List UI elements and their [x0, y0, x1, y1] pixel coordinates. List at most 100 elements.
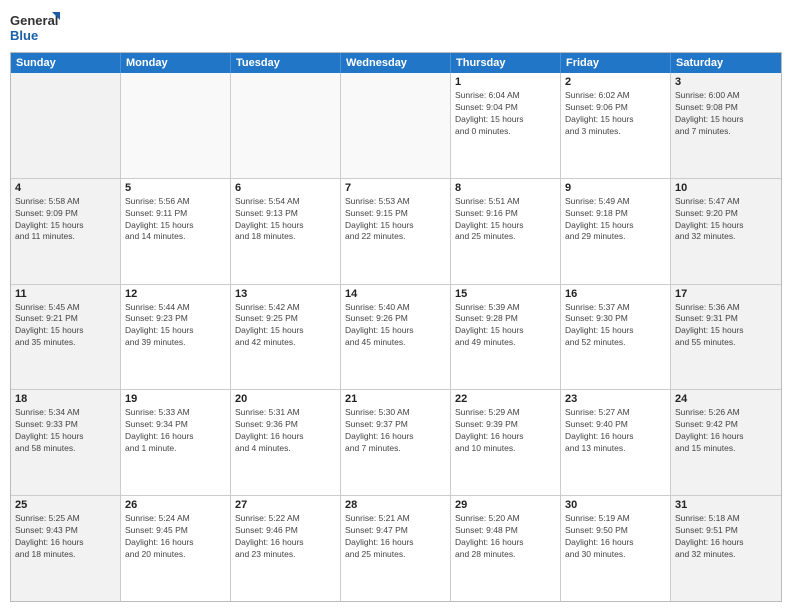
- day-info: Sunrise: 6:04 AMSunset: 9:04 PMDaylight:…: [455, 90, 556, 138]
- day-info: Sunrise: 5:34 AMSunset: 9:33 PMDaylight:…: [15, 407, 116, 455]
- cal-cell-22: 22 Sunrise: 5:29 AMSunset: 9:39 PMDayligh…: [451, 390, 561, 495]
- day-number: 19: [125, 393, 226, 405]
- cal-week-4: 18Sunrise: 5:34 AMSunset: 9:33 PMDayligh…: [11, 390, 781, 496]
- cal-cell-empty-0-3: [341, 73, 451, 178]
- day-info: Sunrise: 6:00 AMSunset: 9:08 PMDaylight:…: [675, 90, 777, 138]
- day-number: 6: [235, 182, 336, 194]
- cal-cell-4: 4 Sunrise: 5:58 AMSunset: 9:09 PMDaylight…: [11, 179, 121, 284]
- cal-cell-20: 20 Sunrise: 5:31 AMSunset: 9:36 PMDayligh…: [231, 390, 341, 495]
- day-number: 29: [455, 499, 556, 511]
- cal-cell-19: 19 Sunrise: 5:33 AMSunset: 9:34 PMDayligh…: [121, 390, 231, 495]
- day-number: 30: [565, 499, 666, 511]
- day-info: Sunrise: 5:30 AMSunset: 9:37 PMDaylight:…: [345, 407, 446, 455]
- day-number: 21: [345, 393, 446, 405]
- day-info: Sunrise: 5:58 AMSunset: 9:09 PMDaylight:…: [15, 196, 116, 244]
- cal-cell-11: 11Sunrise: 5:45 AMSunset: 9:21 PMDayligh…: [11, 285, 121, 390]
- cal-week-1: 1 Sunrise: 6:04 AMSunset: 9:04 PMDaylight…: [11, 73, 781, 179]
- day-number: 16: [565, 288, 666, 300]
- cal-cell-14: 14 Sunrise: 5:40 AMSunset: 9:26 PMDayligh…: [341, 285, 451, 390]
- cal-cell-3: 3 Sunrise: 6:00 AMSunset: 9:08 PMDaylight…: [671, 73, 781, 178]
- day-number: 22: [455, 393, 556, 405]
- day-number: 26: [125, 499, 226, 511]
- cal-cell-17: 17Sunrise: 5:36 AMSunset: 9:31 PMDayligh…: [671, 285, 781, 390]
- header: General Blue: [10, 10, 782, 46]
- day-info: Sunrise: 5:53 AMSunset: 9:15 PMDaylight:…: [345, 196, 446, 244]
- cal-cell-6: 6 Sunrise: 5:54 AMSunset: 9:13 PMDaylight…: [231, 179, 341, 284]
- cal-header-wednesday: Wednesday: [341, 53, 451, 73]
- day-number: 15: [455, 288, 556, 300]
- day-info: Sunrise: 5:44 AMSunset: 9:23 PMDaylight:…: [125, 302, 226, 350]
- cal-cell-31: 31Sunrise: 5:18 AMSunset: 9:51 PMDayligh…: [671, 496, 781, 601]
- cal-cell-12: 12 Sunrise: 5:44 AMSunset: 9:23 PMDayligh…: [121, 285, 231, 390]
- day-info: Sunrise: 5:45 AMSunset: 9:21 PMDaylight:…: [15, 302, 116, 350]
- cal-cell-15: 15 Sunrise: 5:39 AMSunset: 9:28 PMDayligh…: [451, 285, 561, 390]
- day-info: Sunrise: 5:37 AMSunset: 9:30 PMDaylight:…: [565, 302, 666, 350]
- calendar-header: SundayMondayTuesdayWednesdayThursdayFrid…: [11, 53, 781, 73]
- day-info: Sunrise: 5:19 AMSunset: 9:50 PMDaylight:…: [565, 513, 666, 561]
- cal-cell-28: 28 Sunrise: 5:21 AMSunset: 9:47 PMDayligh…: [341, 496, 451, 601]
- logo-svg: General Blue: [10, 10, 60, 46]
- day-info: Sunrise: 5:33 AMSunset: 9:34 PMDaylight:…: [125, 407, 226, 455]
- day-info: Sunrise: 5:20 AMSunset: 9:48 PMDaylight:…: [455, 513, 556, 561]
- cal-week-5: 25 Sunrise: 5:25 AMSunset: 9:43 PMDayligh…: [11, 496, 781, 601]
- day-info: Sunrise: 5:39 AMSunset: 9:28 PMDaylight:…: [455, 302, 556, 350]
- day-info: Sunrise: 5:21 AMSunset: 9:47 PMDaylight:…: [345, 513, 446, 561]
- day-number: 3: [675, 76, 777, 88]
- day-info: Sunrise: 5:26 AMSunset: 9:42 PMDaylight:…: [675, 407, 777, 455]
- cal-cell-1: 1 Sunrise: 6:04 AMSunset: 9:04 PMDaylight…: [451, 73, 561, 178]
- day-info: Sunrise: 5:31 AMSunset: 9:36 PMDaylight:…: [235, 407, 336, 455]
- day-number: 9: [565, 182, 666, 194]
- day-number: 10: [675, 182, 777, 194]
- day-info: Sunrise: 5:25 AMSunset: 9:43 PMDaylight:…: [15, 513, 116, 561]
- day-info: Sunrise: 5:22 AMSunset: 9:46 PMDaylight:…: [235, 513, 336, 561]
- day-number: 28: [345, 499, 446, 511]
- cal-cell-2: 2 Sunrise: 6:02 AMSunset: 9:06 PMDaylight…: [561, 73, 671, 178]
- cal-week-2: 4 Sunrise: 5:58 AMSunset: 9:09 PMDaylight…: [11, 179, 781, 285]
- day-number: 12: [125, 288, 226, 300]
- cal-cell-24: 24 Sunrise: 5:26 AMSunset: 9:42 PMDayligh…: [671, 390, 781, 495]
- calendar-body: 1 Sunrise: 6:04 AMSunset: 9:04 PMDaylight…: [11, 73, 781, 601]
- day-info: Sunrise: 5:47 AMSunset: 9:20 PMDaylight:…: [675, 196, 777, 244]
- cal-header-friday: Friday: [561, 53, 671, 73]
- cal-cell-empty-0-2: [231, 73, 341, 178]
- svg-text:General: General: [10, 13, 58, 28]
- day-info: Sunrise: 5:49 AMSunset: 9:18 PMDaylight:…: [565, 196, 666, 244]
- day-number: 24: [675, 393, 777, 405]
- cal-cell-16: 16 Sunrise: 5:37 AMSunset: 9:30 PMDayligh…: [561, 285, 671, 390]
- cal-cell-10: 10 Sunrise: 5:47 AMSunset: 9:20 PMDayligh…: [671, 179, 781, 284]
- cal-cell-9: 9 Sunrise: 5:49 AMSunset: 9:18 PMDaylight…: [561, 179, 671, 284]
- day-number: 25: [15, 499, 116, 511]
- day-info: Sunrise: 5:56 AMSunset: 9:11 PMDaylight:…: [125, 196, 226, 244]
- day-number: 23: [565, 393, 666, 405]
- day-number: 5: [125, 182, 226, 194]
- cal-cell-18: 18Sunrise: 5:34 AMSunset: 9:33 PMDayligh…: [11, 390, 121, 495]
- day-info: Sunrise: 5:54 AMSunset: 9:13 PMDaylight:…: [235, 196, 336, 244]
- day-number: 14: [345, 288, 446, 300]
- cal-header-tuesday: Tuesday: [231, 53, 341, 73]
- cal-cell-21: 21 Sunrise: 5:30 AMSunset: 9:37 PMDayligh…: [341, 390, 451, 495]
- cal-week-3: 11Sunrise: 5:45 AMSunset: 9:21 PMDayligh…: [11, 285, 781, 391]
- cal-cell-23: 23Sunrise: 5:27 AMSunset: 9:40 PMDayligh…: [561, 390, 671, 495]
- day-info: Sunrise: 5:51 AMSunset: 9:16 PMDaylight:…: [455, 196, 556, 244]
- cal-cell-8: 8Sunrise: 5:51 AMSunset: 9:16 PMDaylight…: [451, 179, 561, 284]
- cal-cell-13: 13 Sunrise: 5:42 AMSunset: 9:25 PMDayligh…: [231, 285, 341, 390]
- cal-header-monday: Monday: [121, 53, 231, 73]
- day-number: 17: [675, 288, 777, 300]
- calendar: SundayMondayTuesdayWednesdayThursdayFrid…: [10, 52, 782, 602]
- day-number: 4: [15, 182, 116, 194]
- logo: General Blue: [10, 10, 60, 46]
- day-number: 20: [235, 393, 336, 405]
- cal-cell-empty-0-1: [121, 73, 231, 178]
- cal-header-sunday: Sunday: [11, 53, 121, 73]
- svg-text:Blue: Blue: [10, 28, 38, 43]
- day-info: Sunrise: 5:29 AMSunset: 9:39 PMDaylight:…: [455, 407, 556, 455]
- day-number: 13: [235, 288, 336, 300]
- cal-cell-empty-0-0: [11, 73, 121, 178]
- day-info: Sunrise: 6:02 AMSunset: 9:06 PMDaylight:…: [565, 90, 666, 138]
- day-number: 1: [455, 76, 556, 88]
- day-info: Sunrise: 5:42 AMSunset: 9:25 PMDaylight:…: [235, 302, 336, 350]
- cal-cell-7: 7Sunrise: 5:53 AMSunset: 9:15 PMDaylight…: [341, 179, 451, 284]
- day-info: Sunrise: 5:40 AMSunset: 9:26 PMDaylight:…: [345, 302, 446, 350]
- day-number: 31: [675, 499, 777, 511]
- day-number: 2: [565, 76, 666, 88]
